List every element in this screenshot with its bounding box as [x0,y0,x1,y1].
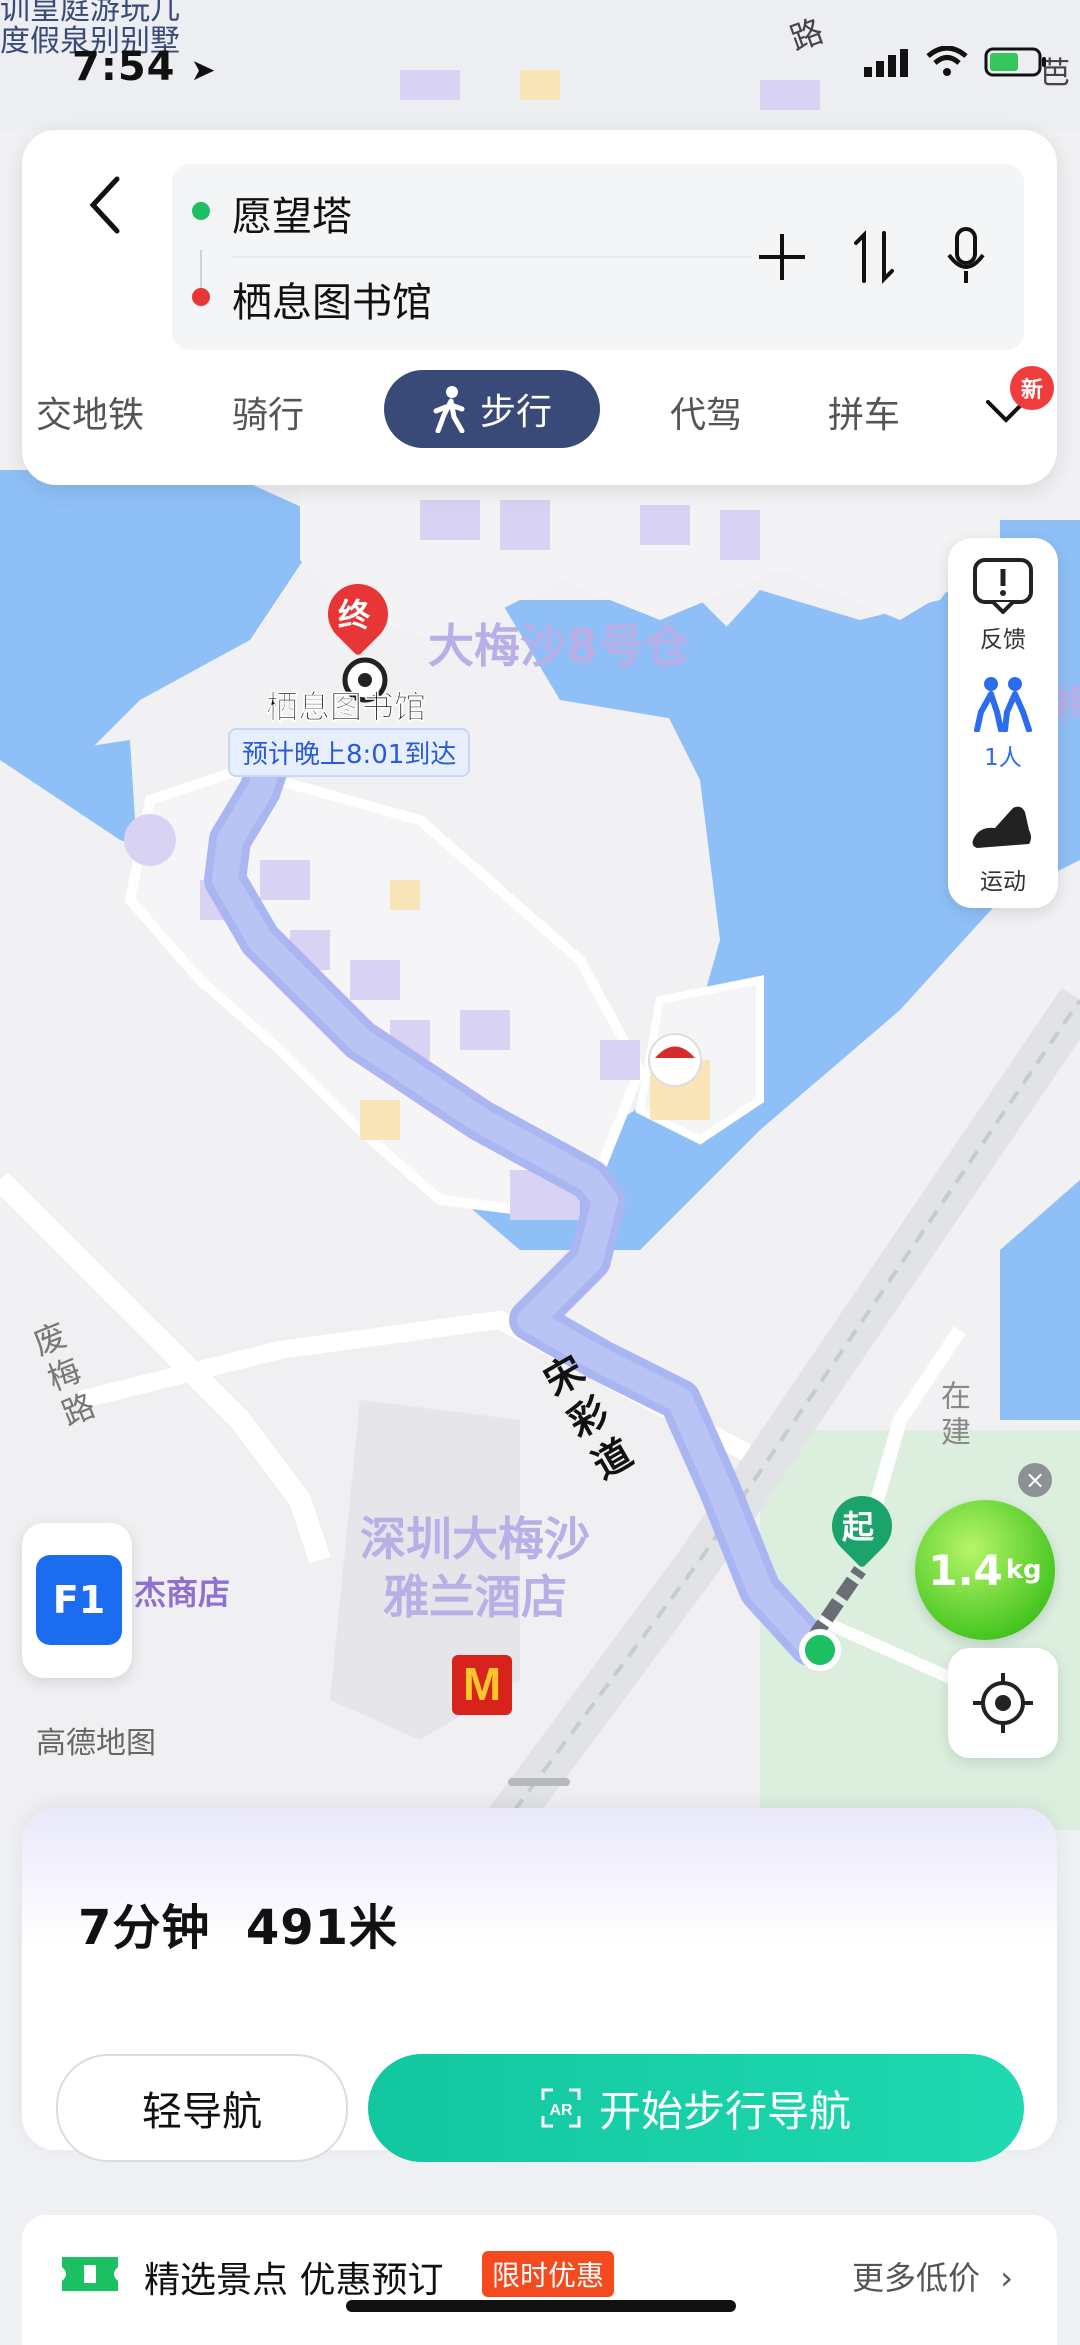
sheet-drag-handle[interactable] [508,1778,570,1786]
destination-marker-label: 终 [338,596,371,634]
status-time: 7:54 [72,44,176,90]
route-summary-sheet: 7分钟 491米 轻导航 AR 开始步行导航 [22,1808,1057,2162]
tab-carpool[interactable]: 拼车 [828,386,900,438]
map-label-top-1: 训皇庭游玩几 [0,0,180,27]
chevron-right-icon: › [1000,2259,1013,2297]
carbon-value: 1.4 [928,1545,1003,1595]
voice-input-button[interactable] [938,212,994,302]
chevron-left-icon [89,176,120,234]
tab-designated-driver[interactable]: 代驾 [670,386,742,438]
duration: 7分钟 [78,1900,211,1956]
map-destination-name[interactable]: 栖息图书馆 [266,682,427,728]
swap-icon [854,230,894,284]
feedback-label: 反馈 [980,627,1026,653]
start-navigation-label: 开始步行导航 [598,2086,851,2136]
start-walking-navigation-button[interactable]: AR 开始步行导航 [368,2054,1024,2162]
tab-subway[interactable]: 交地铁 [36,386,144,438]
origin-dot-icon [192,202,210,220]
signal-icon [864,47,910,81]
sport-mode-button[interactable]: 运动 [948,800,1058,896]
tab-cycling[interactable]: 骑行 [232,386,304,438]
people-count-label: 1人 [984,745,1022,771]
carbon-unit: kg [1005,1555,1042,1585]
promo-title: 精选景点 优惠预订 [144,2260,444,2301]
carbon-savings-bubble[interactable]: 1.4 kg [915,1500,1055,1640]
plus-icon [759,234,805,280]
eta-text: 预计晚上8:01到达 [242,740,457,770]
people-count-button[interactable]: 1人 [948,676,1058,772]
start-marker-label: 起 [842,1508,875,1546]
ticket-icon [60,2251,120,2301]
promo-more-label: 更多低价 [852,2259,981,2297]
tab-walking[interactable]: 步行 [384,370,600,448]
destination-input[interactable]: 栖息图书馆 [232,270,432,328]
map-label-construction: 在建 [935,1380,970,1452]
swap-route-button[interactable] [846,212,902,302]
battery-icon [984,46,1050,82]
add-waypoint-button[interactable] [754,212,810,302]
walking-person-icon [433,386,465,433]
map-label-shop[interactable]: 杰商店 [134,1568,230,1614]
floor-selector-button[interactable]: F1 [22,1523,132,1678]
home-indicator[interactable] [346,2300,736,2312]
svg-text:AR: AR [549,2102,573,2119]
map-label-right-edge: 梅 [1055,682,1080,728]
map-watermark: 高德地图 [36,1726,156,1761]
map-label-warehouse[interactable]: 大梅沙8号仓 [428,610,690,676]
promo-badge: 限时优惠 [482,2251,615,2297]
microphone-icon [947,227,985,283]
back-button[interactable] [70,170,140,240]
feedback-button[interactable]: 反馈 [948,556,1058,654]
map-label-hotel[interactable]: 深圳大梅沙雅兰酒店 [340,1510,610,1626]
running-shoe-icon [972,806,1031,848]
tab-walking-label: 步行 [479,392,552,433]
close-icon[interactable]: × [1018,1463,1052,1497]
light-navigation-button[interactable]: 轻导航 [56,2054,348,2162]
map-side-panel: 反馈 1人 运动 [948,538,1058,908]
locate-button[interactable] [948,1648,1058,1758]
svg-text:M: M [463,1658,501,1710]
eta-chip: 预计晚上8:01到达 [228,728,471,777]
sport-label: 运动 [980,869,1026,895]
travel-mode-tabs: 交地铁 骑行 步行 代驾 拼车 新 [22,366,1057,460]
wifi-icon [926,45,968,82]
location-arrow-icon: ➤ [190,53,217,88]
new-badge: 新 [1010,366,1054,410]
ar-icon: AR [541,2088,581,2128]
feedback-icon [973,558,1033,614]
people-icon [974,677,1032,732]
route-summary: 7分钟 491米 [78,1888,398,1958]
origin-input[interactable]: 愿望塔 [232,184,352,242]
promo-more-link[interactable]: 更多低价 › [852,2253,1013,2299]
destination-dot-icon [192,288,210,306]
floor-label: F1 [36,1555,122,1645]
crosshair-icon [973,1673,1033,1733]
promo-banner[interactable]: 精选景点 优惠预订 限时优惠 更多低价 › [22,2215,1057,2345]
route-input-box: 愿望塔 栖息图书馆 [172,164,1024,350]
route-card: 愿望塔 栖息图书馆 交地铁 骑行 步行 代驾 拼车 新 [22,130,1057,485]
distance: 491米 [245,1900,399,1956]
